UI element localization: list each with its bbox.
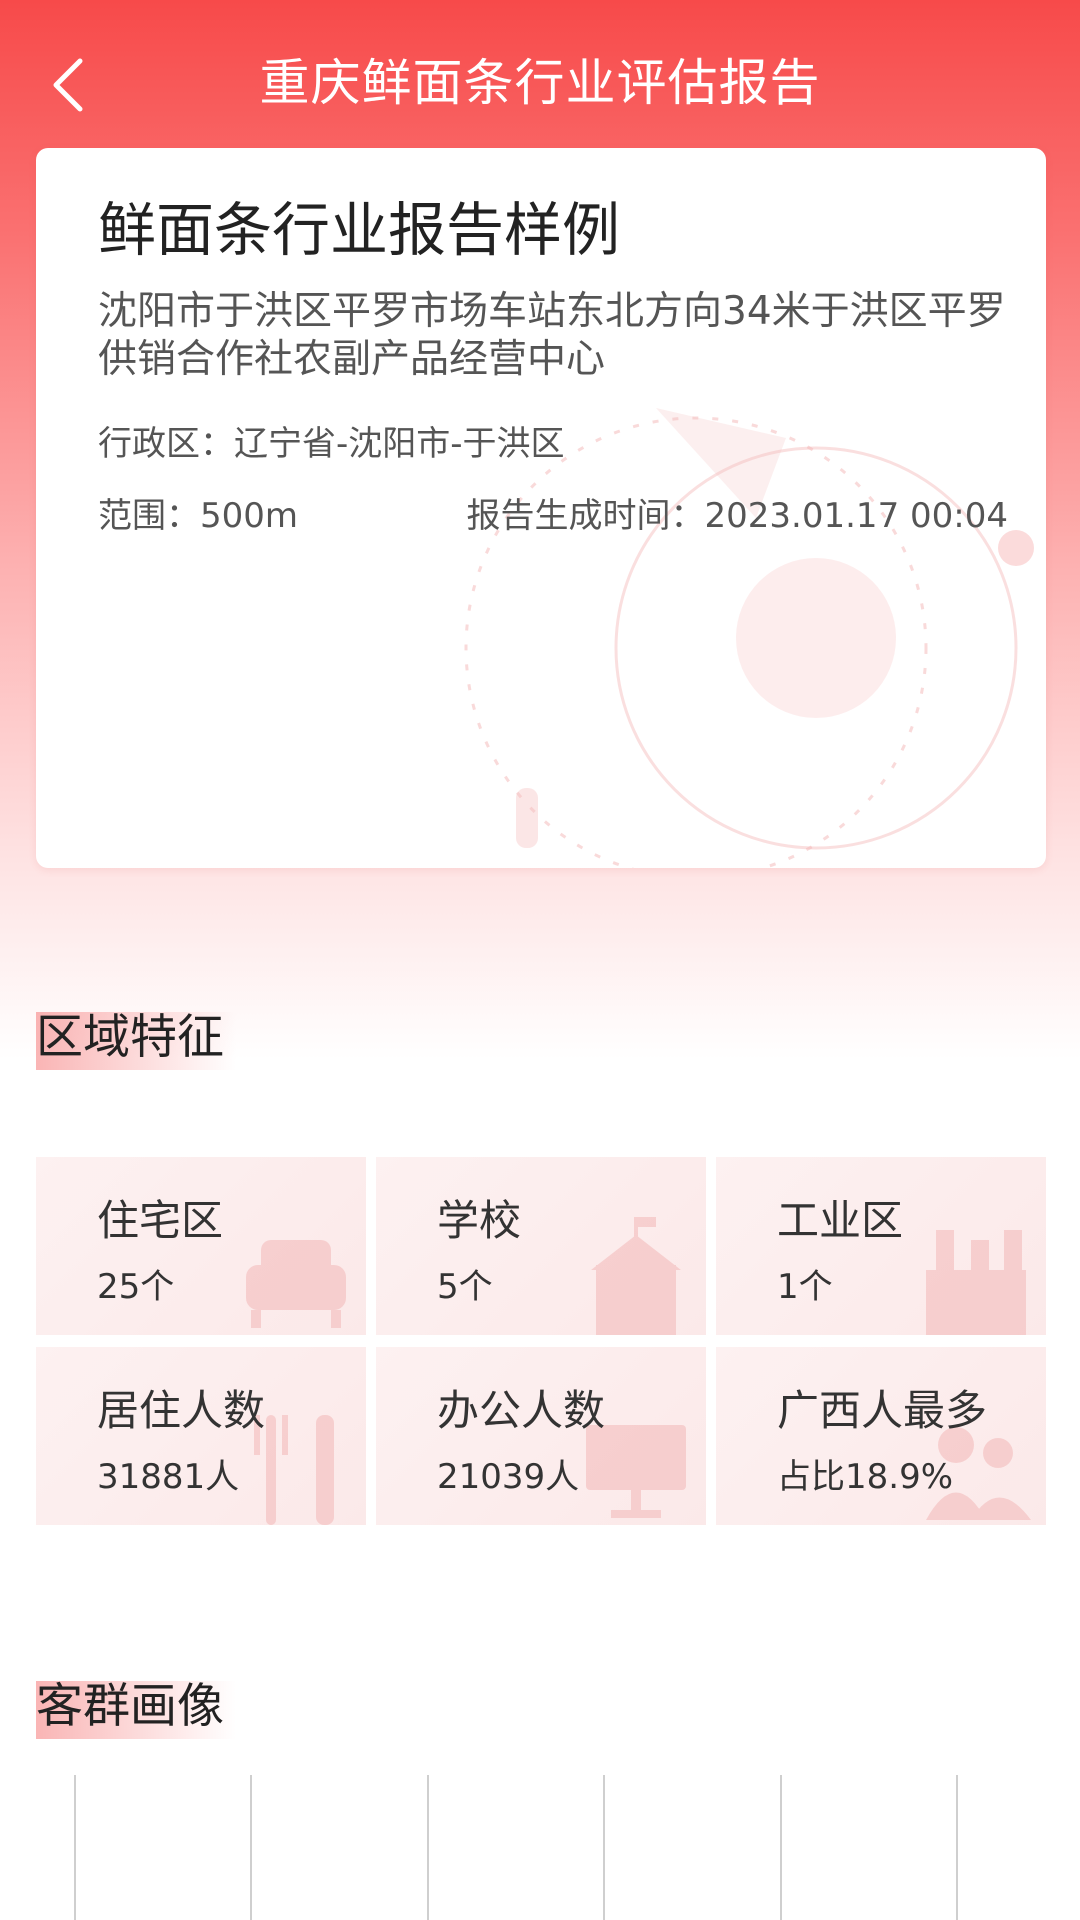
- region-features-grid: 住宅区 25个 学校 5个 工业区 1个 居住人数 31881人 办公人数 21…: [36, 1157, 1046, 1527]
- stat-label: 学校: [437, 1196, 522, 1245]
- stat-label: 办公人数: [437, 1386, 606, 1435]
- report-summary-card: 鲜面条行业报告样例 沈阳市于洪区平罗市场车站东北方向34米于洪区平罗供销合作社农…: [36, 148, 1046, 868]
- stat-value: 21039人: [437, 1457, 580, 1497]
- top-bar: 重庆鲜面条行业评估报告: [0, 0, 1080, 165]
- chart-gridline: [603, 1775, 605, 1920]
- school-icon: [591, 1217, 681, 1335]
- stat-card-school: 学校 5个: [376, 1157, 706, 1335]
- page-title: 重庆鲜面条行业评估报告: [259, 54, 821, 112]
- section-title-text: 客群画像: [36, 1679, 224, 1734]
- stat-card-residential: 住宅区 25个: [36, 1157, 366, 1335]
- chart-gridline: [427, 1775, 429, 1920]
- map-decoration-icon: [464, 408, 1034, 868]
- chart-gridline: [956, 1775, 958, 1920]
- stat-value: 占比18.9%: [777, 1457, 954, 1497]
- section-title-text: 区域特征: [36, 1010, 224, 1065]
- report-title: 鲜面条行业报告样例: [98, 196, 621, 264]
- report-range: 范围：500m: [98, 496, 299, 536]
- sofa-icon: [246, 1240, 346, 1328]
- chart-gridline: [74, 1775, 76, 1920]
- stat-label: 工业区: [777, 1196, 904, 1245]
- factory-icon: [926, 1230, 1026, 1335]
- section-title-customer-portrait: 客群画像: [36, 1677, 236, 1739]
- stat-card-origin: 广西人最多 占比18.9%: [716, 1347, 1046, 1525]
- stat-value: 31881人: [97, 1457, 240, 1497]
- stat-label: 居住人数: [97, 1386, 266, 1435]
- section-title-region-features: 区域特征: [36, 1008, 236, 1070]
- stat-label: 广西人最多: [777, 1386, 988, 1435]
- report-district: 行政区：辽宁省-沈阳市-于洪区: [98, 424, 565, 464]
- stat-card-office: 办公人数 21039人: [376, 1347, 706, 1525]
- stat-value: 5个: [437, 1267, 493, 1307]
- customer-portrait-chart: [0, 1775, 1080, 1920]
- report-generated-time: 报告生成时间：2023.01.17 00:04: [466, 496, 1008, 536]
- stat-value: 1个: [777, 1267, 833, 1307]
- stat-card-residents: 居住人数 31881人: [36, 1347, 366, 1525]
- stat-label: 住宅区: [97, 1196, 224, 1245]
- chart-gridline: [780, 1775, 782, 1920]
- report-address: 沈阳市于洪区平罗市场车站东北方向34米于洪区平罗供销合作社农副产品经营中心: [98, 289, 1006, 382]
- stat-card-industrial: 工业区 1个: [716, 1157, 1046, 1335]
- stat-value: 25个: [97, 1267, 175, 1307]
- chart-gridline: [250, 1775, 252, 1920]
